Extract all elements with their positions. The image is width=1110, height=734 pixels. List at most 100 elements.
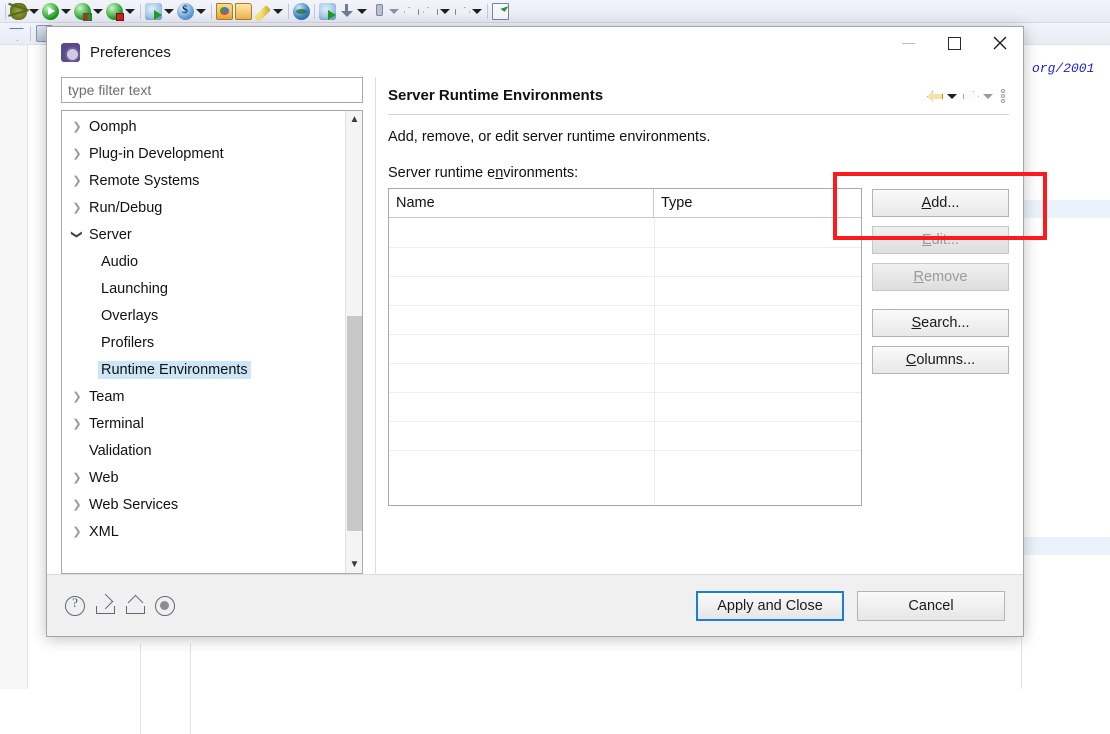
scroll-down-icon[interactable]: ▼ <box>346 556 363 573</box>
toolbar-separator <box>314 4 315 19</box>
restore-defaults-icon[interactable] <box>155 596 175 616</box>
maximize-button[interactable] <box>931 27 977 59</box>
edit-dropdown-icon[interactable] <box>272 3 283 20</box>
run-icon[interactable] <box>42 3 59 20</box>
tree-item-label: Overlays <box>98 307 161 325</box>
web-browser-icon[interactable] <box>293 3 310 20</box>
pin-icon[interactable] <box>370 3 387 20</box>
tree-item-validation[interactable]: Validation <box>62 437 345 464</box>
tree-item-web-services[interactable]: ❯Web Services <box>62 491 345 518</box>
tree-item-oomph[interactable]: ❯Oomph <box>62 113 345 140</box>
table-row[interactable] <box>389 363 861 364</box>
chevron-down-icon[interactable]: ❯ <box>71 226 84 244</box>
run-dropdown-icon[interactable] <box>60 3 71 20</box>
search-button[interactable]: Search... <box>872 309 1009 337</box>
profile-dropdown-icon[interactable] <box>195 3 206 20</box>
back-dropdown-icon[interactable] <box>945 87 959 105</box>
columns-button[interactable]: Columns... <box>872 346 1009 374</box>
minimize-icon <box>902 43 915 44</box>
debug-icon[interactable] <box>10 3 27 20</box>
table-body[interactable] <box>389 218 861 505</box>
ant-build-icon[interactable] <box>319 3 336 20</box>
back-arrow-icon[interactable] <box>925 87 943 105</box>
apply-and-close-button[interactable]: Apply and Close <box>696 591 844 621</box>
column-header-name[interactable]: Name <box>389 189 654 217</box>
add-button[interactable]: Add... <box>872 189 1009 217</box>
column-header-type[interactable]: Type <box>654 189 861 217</box>
preferences-tree[interactable]: ❯Oomph❯Plug-in Development❯Remote System… <box>62 111 345 573</box>
forward-dropdown-icon[interactable] <box>471 3 482 20</box>
close-button[interactable] <box>977 27 1023 59</box>
pin-dropdown-icon[interactable] <box>388 3 399 20</box>
external-tools-dropdown-icon[interactable] <box>163 3 174 20</box>
scroll-thumb[interactable] <box>347 316 362 531</box>
new-note-icon[interactable] <box>492 3 509 20</box>
previous-icon[interactable] <box>421 3 438 20</box>
page-nav-icons <box>925 87 1009 105</box>
chevron-right-icon[interactable]: ❯ <box>68 201 86 214</box>
tree-item-run-debug[interactable]: ❯Run/Debug <box>62 194 345 221</box>
table-row[interactable] <box>389 421 861 422</box>
external-tools-icon[interactable] <box>145 3 162 20</box>
chevron-right-icon[interactable]: ❯ <box>68 525 86 538</box>
download-dropdown-icon[interactable] <box>356 3 367 20</box>
tree-item-runtime-environments[interactable]: Runtime Environments <box>62 356 345 383</box>
previous-dropdown-icon[interactable] <box>439 3 450 20</box>
cancel-button[interactable]: Cancel <box>857 591 1005 621</box>
chevron-right-icon[interactable]: ❯ <box>68 147 86 160</box>
tree-item-profilers[interactable]: Profilers <box>62 329 345 356</box>
open-folder-icon[interactable] <box>216 3 233 20</box>
table-row[interactable] <box>389 276 861 277</box>
forward-dropdown-icon[interactable] <box>981 87 995 105</box>
filter-input[interactable]: type filter text <box>61 77 363 103</box>
debug-server-icon[interactable] <box>106 3 123 20</box>
export-preferences-icon[interactable] <box>125 596 145 616</box>
view-menu-icon[interactable] <box>997 87 1009 105</box>
filter-placeholder: type filter text <box>68 82 151 98</box>
run-server-dropdown-icon[interactable] <box>92 3 103 20</box>
tree-scrollbar[interactable]: ▲ ▼ <box>345 111 362 573</box>
import-preferences-icon[interactable] <box>95 596 115 616</box>
filter-icon[interactable] <box>7 25 24 42</box>
profile-icon[interactable] <box>177 3 194 20</box>
tree-item-terminal[interactable]: ❯Terminal <box>62 410 345 437</box>
help-icon[interactable] <box>65 596 85 616</box>
scroll-up-icon[interactable]: ▲ <box>346 111 363 128</box>
back-icon[interactable] <box>402 3 419 20</box>
chevron-right-icon[interactable]: ❯ <box>68 174 86 187</box>
editor-gutter <box>0 45 28 689</box>
debug-server-dropdown-icon[interactable] <box>124 3 135 20</box>
tree-item-server[interactable]: ❯Server <box>62 221 345 248</box>
chevron-right-icon[interactable]: ❯ <box>68 120 86 133</box>
table-column-divider <box>654 218 655 505</box>
runtime-environments-table[interactable]: Name Type <box>388 188 862 506</box>
debug-dropdown-icon[interactable] <box>28 3 39 20</box>
tree-item-team[interactable]: ❯Team <box>62 383 345 410</box>
tree-item-launching[interactable]: Launching <box>62 275 345 302</box>
table-row[interactable] <box>389 247 861 248</box>
chevron-right-icon[interactable]: ❯ <box>68 417 86 430</box>
tree-item-plug-in-development[interactable]: ❯Plug-in Development <box>62 140 345 167</box>
table-row[interactable] <box>389 450 861 451</box>
edit-pencil-icon[interactable] <box>254 5 271 22</box>
table-row[interactable] <box>389 334 861 335</box>
table-row[interactable] <box>389 392 861 393</box>
forward-icon[interactable] <box>453 3 470 20</box>
chevron-right-icon[interactable]: ❯ <box>68 390 86 403</box>
server-status-badge <box>83 13 92 21</box>
forward-arrow-icon[interactable] <box>961 87 979 105</box>
chevron-right-icon[interactable]: ❯ <box>68 498 86 511</box>
table-row[interactable] <box>389 305 861 306</box>
run-server-icon[interactable] <box>74 3 91 20</box>
tree-item-xml[interactable]: ❯XML <box>62 518 345 545</box>
toolbar-separator <box>30 26 31 41</box>
chevron-right-icon[interactable]: ❯ <box>68 471 86 484</box>
tree-item-audio[interactable]: Audio <box>62 248 345 275</box>
tree-item-web[interactable]: ❯Web <box>62 464 345 491</box>
tree-item-overlays[interactable]: Overlays <box>62 302 345 329</box>
new-folder-icon[interactable] <box>235 3 252 20</box>
tree-item-remote-systems[interactable]: ❯Remote Systems <box>62 167 345 194</box>
download-icon[interactable] <box>338 3 355 20</box>
minimize-button[interactable] <box>885 27 931 59</box>
table-field-label: Server runtime environments: <box>388 165 1009 181</box>
